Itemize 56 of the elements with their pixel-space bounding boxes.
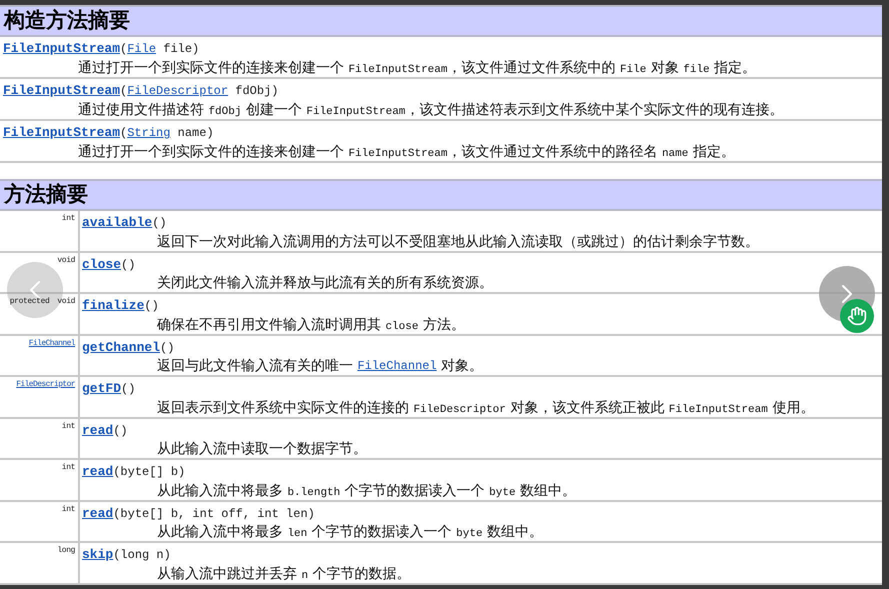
- description-text: 通过打开一个到实际文件的连接来创建一个 FileInputStream，该文件通过文件系统中的 File 对象 file 指定。: [78, 58, 758, 78]
- description-text: 返回与此文件输入流有关的唯一: [157, 357, 354, 375]
- description-text: 从此输入流中将最多 len 个字节的数据读入一个 byte 数组中。: [157, 523, 544, 542]
- parameter-text: (): [152, 215, 167, 232]
- method-link[interactable]: FileInputStream: [3, 81, 120, 100]
- description-text: 从输入流中跳过并丢弃 n 个字节的数据。: [157, 564, 411, 584]
- modifier-text: long: [57, 545, 75, 557]
- method-link[interactable]: read: [82, 504, 114, 523]
- description-text: 返回下一次对此输入流调用的方法可以不受阻塞地从此输入流读取（或跳过）的估计剩余字节数。: [157, 232, 759, 250]
- parameter-text: fdObj): [234, 83, 278, 100]
- modifier-text: int: [62, 420, 75, 432]
- method-link[interactable]: FileInputStream: [3, 123, 120, 142]
- description-text: 确保在不再引用文件输入流时调用其 close 方法。: [157, 316, 465, 334]
- section-header: 构造方法摘要: [0, 5, 882, 37]
- modifier-text: void: [57, 296, 75, 308]
- parameter-text: (long n): [113, 547, 171, 564]
- type-link[interactable]: FileDescriptor: [16, 379, 75, 391]
- description-text: 通过使用文件描述符 fdObj 创建一个 FileInputStream，该文件描述符表示到文件系统中某个实际文件的现有连接。: [78, 100, 784, 120]
- method-link[interactable]: available: [82, 213, 152, 232]
- description-text: 通过打开一个到实际文件的连接来创建一个 FileInputStream，该文件通过文件系统中的路径名 name 指定。: [78, 142, 736, 162]
- type-link[interactable]: FileDescriptor: [127, 82, 228, 100]
- description-text: 关闭此文件输入流并释放与此流有关的所有系统资源。: [157, 274, 493, 292]
- modifier-text: void: [57, 254, 75, 266]
- parameter-text: (): [144, 298, 159, 315]
- parameter-text: (): [121, 381, 136, 398]
- method-link[interactable]: getChannel: [82, 338, 160, 357]
- parameter-text: (byte[] b, int off, int len): [113, 506, 315, 522]
- modifier-text: int: [62, 504, 75, 516]
- parameter-text: (: [120, 41, 128, 58]
- method-link[interactable]: close: [82, 254, 122, 274]
- type-link[interactable]: FileChannel: [28, 338, 75, 350]
- description-text: 从此输入流中读取一个数据字节。: [157, 440, 367, 458]
- modifier-text: int: [62, 462, 75, 474]
- parameter-text: file): [162, 41, 200, 58]
- modifier-text: protected: [10, 296, 50, 308]
- description-text: 对象。: [440, 357, 484, 375]
- method-link[interactable]: finalize: [82, 296, 144, 316]
- type-link[interactable]: String: [127, 124, 170, 142]
- type-link[interactable]: File: [127, 40, 156, 58]
- type-link[interactable]: FileChannel: [357, 357, 437, 375]
- description-text: 返回表示到文件系统中实际文件的连接的 FileDescriptor 对象，该文件系统正被此 FileInputStream 使用。: [157, 398, 814, 418]
- method-link[interactable]: read: [82, 420, 114, 440]
- parameter-text: (: [120, 125, 128, 142]
- method-link[interactable]: getFD: [82, 379, 122, 398]
- parameter-text: (: [120, 83, 128, 100]
- parameter-text: (): [160, 340, 174, 356]
- parameter-text: (byte[] b): [113, 464, 186, 481]
- method-link[interactable]: FileInputStream: [3, 39, 120, 58]
- description-text: 从此输入流中将最多 b.length 个字节的数据读入一个 byte 数组中。: [157, 482, 576, 500]
- section-header: 方法摘要: [0, 179, 882, 211]
- parameter-text: (): [113, 422, 128, 440]
- modifier-text: int: [62, 213, 75, 225]
- method-link[interactable]: read: [82, 462, 114, 482]
- parameter-text: (): [121, 256, 136, 274]
- method-link[interactable]: skip: [82, 545, 114, 564]
- parameter-text: name): [176, 125, 214, 142]
